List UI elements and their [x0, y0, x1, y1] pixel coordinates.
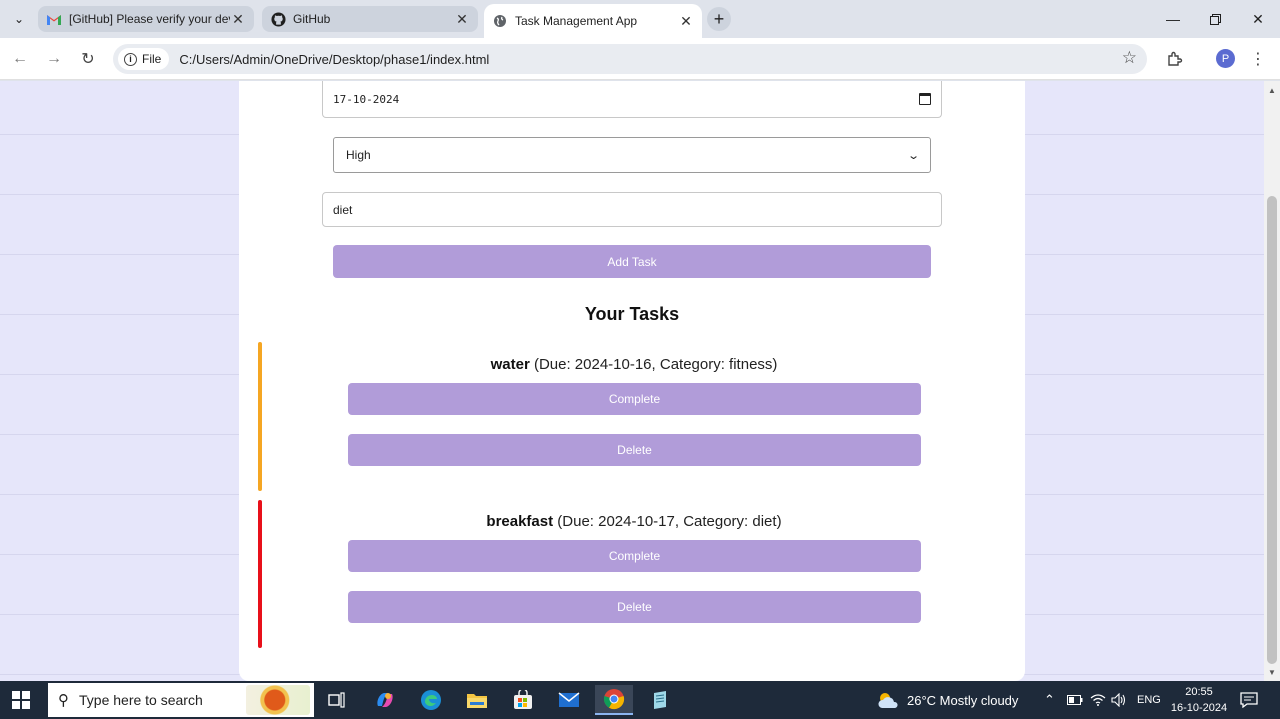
new-tab-button[interactable]: +	[707, 7, 731, 31]
scrollbar-thumb[interactable]	[1267, 196, 1277, 664]
clock-time: 20:55	[1185, 686, 1213, 698]
delete-button[interactable]: Delete	[348, 434, 921, 466]
language-indicator[interactable]: ENG	[1137, 681, 1161, 719]
profile-avatar[interactable]: P	[1216, 49, 1235, 68]
task-text: breakfast (Due: 2024-10-17, Category: di…	[258, 513, 1010, 530]
taskbar-clock[interactable]: 20:55 16-10-2024	[1170, 684, 1228, 716]
weather-text: 26°C Mostly cloudy	[907, 692, 1019, 708]
search-icon: ⚲	[58, 692, 69, 709]
close-icon[interactable]: ✕	[454, 11, 470, 28]
taskbar-search-box[interactable]: ⚲ Type here to search	[48, 683, 314, 717]
due-date-input[interactable]: 17-10-2024	[322, 81, 942, 118]
complete-button[interactable]: Complete	[348, 383, 921, 415]
edge-icon[interactable]	[412, 685, 450, 715]
tasks-heading: Your Tasks	[584, 304, 680, 324]
tab-title: Task Management App	[515, 14, 638, 28]
minimize-icon[interactable]: —	[1161, 8, 1185, 30]
browser-toolbar: ← → ↻ i File C:/Users/Admin/OneDrive/Des…	[0, 38, 1280, 80]
tab-gmail[interactable]: [GitHub] Please verify your devi ✕	[38, 6, 254, 32]
task-view-icon[interactable]	[318, 685, 356, 715]
search-placeholder: Type here to search	[79, 692, 203, 708]
page-viewport: 17-10-2024 High ⌄ diet Add Task Your Tas…	[0, 81, 1264, 681]
forward-arrow-icon[interactable]: →	[43, 48, 65, 70]
search-highlight-image	[246, 685, 310, 715]
scroll-up-arrow-icon[interactable]: ▲	[1264, 83, 1280, 97]
reload-icon[interactable]: ↻	[77, 48, 99, 70]
copilot-icon[interactable]	[366, 685, 404, 715]
url-text[interactable]: C:/Users/Admin/OneDrive/Desktop/phase1/i…	[179, 52, 489, 67]
chrome-icon[interactable]	[595, 685, 633, 715]
close-window-icon[interactable]: ✕	[1246, 8, 1270, 30]
category-value: diet	[333, 202, 353, 217]
date-value: 17-10-2024	[333, 92, 400, 106]
tab-title: [GitHub] Please verify your devi	[69, 12, 230, 26]
priority-select[interactable]: High ⌄	[333, 137, 931, 173]
gmail-icon	[46, 11, 62, 27]
site-info-chip[interactable]: i File	[118, 48, 170, 70]
more-menu-icon[interactable]: ⋮	[1247, 48, 1269, 70]
tab-title: GitHub	[293, 12, 331, 26]
category-input[interactable]: diet	[322, 192, 942, 227]
chevron-down-icon: ⌄	[906, 149, 920, 162]
volume-icon[interactable]	[1111, 681, 1127, 719]
windows-taskbar: ⚲ Type here to search 26°C Mostly cloudy…	[0, 681, 1280, 719]
wifi-icon[interactable]	[1090, 681, 1106, 719]
extensions-puzzle-icon[interactable]	[1164, 48, 1186, 70]
notepad-icon[interactable]	[641, 685, 679, 715]
notifications-icon[interactable]	[1240, 681, 1258, 719]
calendar-icon[interactable]	[919, 93, 931, 105]
clock-date: 16-10-2024	[1170, 702, 1228, 714]
github-icon	[270, 11, 286, 27]
complete-button[interactable]: Complete	[348, 540, 921, 572]
bookmark-star-icon[interactable]: ☆	[1122, 48, 1137, 68]
tab-strip: ⌄ [GitHub] Please verify your devi ✕ Git…	[0, 0, 1280, 38]
close-icon[interactable]: ✕	[678, 13, 694, 30]
task-app-card: 17-10-2024 High ⌄ diet Add Task Your Tas…	[239, 81, 1025, 681]
delete-button[interactable]: Delete	[348, 591, 921, 623]
back-arrow-icon[interactable]: ←	[9, 48, 31, 70]
windows-start-icon[interactable]	[12, 691, 30, 709]
address-bar[interactable]: i File C:/Users/Admin/OneDrive/Desktop/p…	[113, 44, 1147, 74]
task-item: water (Due: 2024-10-16, Category: fitnes…	[258, 342, 958, 492]
close-icon[interactable]: ✕	[230, 11, 246, 28]
info-icon: i	[124, 52, 137, 66]
task-details: (Due: 2024-10-17, Category: diet)	[553, 513, 782, 530]
scroll-down-arrow-icon[interactable]: ▼	[1264, 665, 1280, 679]
weather-widget[interactable]: 26°C Mostly cloudy	[876, 681, 1018, 719]
task-name: water	[490, 356, 530, 373]
add-task-button[interactable]: Add Task	[333, 245, 931, 278]
task-text: water (Due: 2024-10-16, Category: fitnes…	[258, 356, 1010, 373]
weather-cloudy-icon	[878, 693, 898, 708]
tab-search-chevron-icon[interactable]: ⌄	[8, 8, 30, 30]
priority-selected-value: High	[346, 148, 371, 162]
task-name: breakfast	[486, 513, 554, 530]
page-scrollbar[interactable]: ▲ ▼	[1264, 81, 1280, 681]
tab-task-management[interactable]: Task Management App ✕	[484, 4, 702, 38]
microsoft-store-icon[interactable]	[504, 685, 542, 715]
show-hidden-icons-chevron-icon[interactable]: ⌃	[1044, 681, 1055, 719]
task-details: (Due: 2024-10-16, Category: fitness)	[529, 356, 778, 373]
globe-icon	[492, 13, 508, 29]
restore-icon[interactable]	[1203, 8, 1227, 30]
file-label: File	[142, 52, 162, 66]
file-explorer-icon[interactable]	[458, 685, 496, 715]
tab-github[interactable]: GitHub ✕	[262, 6, 478, 32]
battery-icon[interactable]	[1067, 681, 1083, 719]
task-item: breakfast (Due: 2024-10-17, Category: di…	[258, 500, 958, 650]
mail-icon[interactable]	[550, 685, 588, 715]
